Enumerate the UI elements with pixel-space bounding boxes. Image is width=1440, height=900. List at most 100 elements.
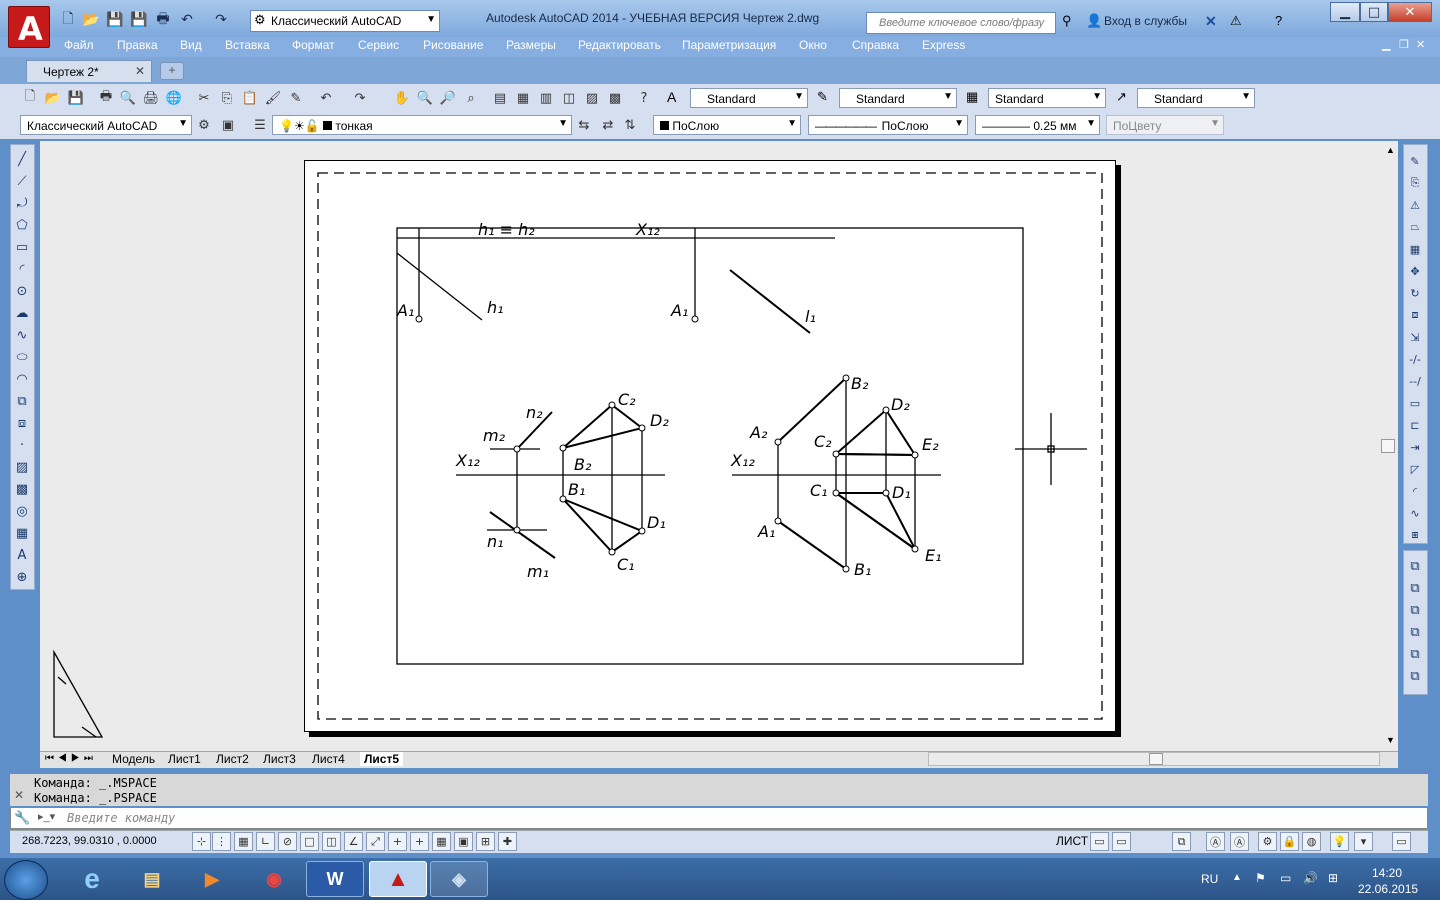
start-button[interactable] bbox=[4, 860, 48, 900]
mleader-style-select[interactable]: Standard ▼ bbox=[1137, 88, 1255, 108]
polyline-icon[interactable]: ⤾ bbox=[13, 194, 31, 212]
undo-icon[interactable]: ↶ bbox=[318, 90, 334, 106]
match-properties-icon[interactable]: 🖌 bbox=[265, 90, 282, 106]
layout-tab[interactable]: Лист2 bbox=[216, 752, 249, 766]
cut-icon[interactable]: ✂ bbox=[196, 90, 212, 106]
dim-style-select[interactable]: Standard ▼ bbox=[839, 88, 957, 108]
binoculars-icon[interactable]: ⚲ bbox=[1062, 13, 1072, 29]
mirror-icon[interactable]: ⚠ bbox=[1406, 196, 1424, 214]
gradient-icon[interactable]: ▩ bbox=[13, 480, 31, 498]
tray-expand-icon[interactable]: ▲ bbox=[1232, 872, 1242, 883]
move-icon[interactable]: ✥ bbox=[1406, 262, 1424, 280]
infer-constraints-icon[interactable]: ⊹ bbox=[192, 832, 211, 851]
doc-tab[interactable]: Чертеж 2* ✕ bbox=[26, 60, 152, 82]
break-point-icon[interactable]: ▭ bbox=[1406, 394, 1424, 412]
fullscreen-icon[interactable]: ▭ bbox=[1392, 832, 1411, 851]
save-icon[interactable]: 💾 bbox=[106, 11, 124, 29]
properties-icon[interactable]: ▤ bbox=[492, 90, 508, 106]
chamfer-icon[interactable]: ◸ bbox=[1406, 460, 1424, 478]
ellipse-arc-icon[interactable]: ◠ bbox=[13, 370, 31, 388]
clean-screen-icon[interactable]: ▾ bbox=[1354, 832, 1373, 851]
send-under-icon[interactable]: ⧉ bbox=[1406, 623, 1424, 641]
construction-line-icon[interactable]: ⟋ bbox=[13, 172, 31, 190]
lock-icon[interactable]: 🔒 bbox=[1280, 832, 1299, 851]
polygon-icon[interactable]: ⬠ bbox=[13, 216, 31, 234]
print-icon[interactable]: 🖶 bbox=[154, 11, 172, 29]
color-select[interactable]: ПоСлою ▼ bbox=[653, 115, 801, 135]
layer-state-icon[interactable]: ⇅ bbox=[622, 117, 638, 133]
annotation-monitor-icon[interactable]: ✚ bbox=[498, 832, 517, 851]
plot-icon[interactable]: 🖨 bbox=[143, 90, 160, 106]
ie-icon[interactable]: e bbox=[63, 861, 121, 897]
workspace-select[interactable]: ⚙ Классический AutoCAD ▼ bbox=[250, 10, 440, 32]
redo-icon[interactable]: ↷ bbox=[352, 90, 368, 106]
hatch-back-icon[interactable]: ⧉ bbox=[1406, 667, 1424, 685]
scroll-up-icon[interactable]: ▲ bbox=[1386, 145, 1395, 155]
copy-object-icon[interactable]: ⎘ bbox=[1406, 174, 1424, 192]
scale-icon[interactable]: ⧈ bbox=[1406, 306, 1424, 324]
tool-palettes-icon[interactable]: ▥ bbox=[538, 90, 554, 106]
media-player-icon[interactable]: ▶ bbox=[183, 861, 241, 897]
extend-icon[interactable]: --/ bbox=[1406, 372, 1424, 390]
table-style-select[interactable]: Standard ▼ bbox=[988, 88, 1106, 108]
rectangle-icon[interactable]: ▭ bbox=[13, 238, 31, 256]
coordinates-readout[interactable]: 268.7223, 99.0310 , 0.0000 bbox=[22, 835, 157, 847]
dynamic-ucs-icon[interactable]: ⤢ bbox=[366, 832, 385, 851]
doc-close-icon[interactable]: ✕ bbox=[1416, 38, 1425, 51]
app-task-icon[interactable]: ◈ bbox=[430, 861, 488, 897]
network-icon[interactable]: ▭ bbox=[1280, 871, 1291, 885]
mleader-style-icon[interactable]: ↗ bbox=[1116, 89, 1127, 105]
make-block-icon[interactable]: ⧈ bbox=[13, 414, 31, 432]
close-icon[interactable]: ✕ bbox=[14, 788, 24, 802]
new-file-icon[interactable]: 🗋 bbox=[59, 11, 77, 29]
copy-icon[interactable]: ⎘ bbox=[219, 90, 235, 106]
print-preview-icon[interactable]: 🔍 bbox=[120, 90, 136, 106]
menu-item[interactable]: Редактировать bbox=[578, 38, 661, 52]
lineweight-select[interactable]: ———— 0.25 мм ▼ bbox=[975, 115, 1100, 135]
help-icon[interactable]: ? bbox=[636, 90, 652, 106]
isolate-objects-icon[interactable]: 💡 bbox=[1330, 832, 1349, 851]
explode-icon[interactable]: ⧆ bbox=[1406, 526, 1424, 544]
layout-tab[interactable]: Лист4 bbox=[312, 752, 345, 766]
zoom-realtime-icon[interactable]: 🔍 bbox=[417, 90, 433, 106]
join-icon[interactable]: ⇥ bbox=[1406, 438, 1424, 456]
lineweight-icon[interactable]: + bbox=[410, 832, 429, 851]
erase-icon[interactable]: ✎ bbox=[1406, 152, 1424, 170]
open-file-icon[interactable]: 📂 bbox=[82, 11, 100, 29]
make-current-layer-icon[interactable]: ⇆ bbox=[576, 117, 592, 133]
redo-icon[interactable]: ↷ bbox=[212, 11, 230, 29]
point-icon[interactable]: · bbox=[13, 436, 31, 454]
menu-item[interactable]: Сервис bbox=[358, 38, 399, 52]
ellipse-icon[interactable]: ⬭ bbox=[13, 348, 31, 366]
menu-item[interactable]: Express bbox=[922, 38, 965, 52]
close-button[interactable]: ✕ bbox=[1388, 2, 1432, 22]
spline-icon[interactable]: ∿ bbox=[13, 326, 31, 344]
chrome-icon[interactable]: ◉ bbox=[245, 861, 303, 897]
lock-ui-icon[interactable]: ▣ bbox=[220, 117, 236, 133]
table-style-icon[interactable]: ▦ bbox=[966, 89, 978, 105]
zoom-previous-icon[interactable]: ⌕ bbox=[463, 90, 479, 106]
new-tab-button[interactable]: + bbox=[160, 62, 184, 80]
text-front-icon[interactable]: ⧉ bbox=[1406, 645, 1424, 663]
trim-icon[interactable]: -/- bbox=[1406, 350, 1424, 368]
paper-space-toggle[interactable]: ЛИСТ bbox=[1056, 834, 1088, 848]
quick-view-drawings-icon[interactable]: ▭ bbox=[1112, 832, 1131, 851]
blend-icon[interactable]: ∿ bbox=[1406, 504, 1424, 522]
pan-icon[interactable]: ✋ bbox=[394, 90, 410, 106]
text-style-icon[interactable]: A bbox=[667, 89, 676, 105]
search-input[interactable]: Введите ключевое слово/фразу bbox=[866, 12, 1056, 34]
selection-cycling-icon[interactable]: ⊞ bbox=[476, 832, 495, 851]
hardware-accel-icon[interactable]: ◍ bbox=[1302, 832, 1321, 851]
ortho-mode-icon[interactable]: ∟ bbox=[256, 832, 275, 851]
layer-select[interactable]: 💡☀🔓 тонкая ▼ bbox=[272, 115, 572, 135]
autocad-task-icon[interactable]: ▲ bbox=[369, 861, 427, 897]
quick-view-layouts-icon[interactable]: ▭ bbox=[1090, 832, 1109, 851]
layout-tab[interactable]: Лист5 bbox=[360, 752, 404, 766]
publish-icon[interactable]: 🌐 bbox=[166, 90, 182, 106]
scroll-thumb[interactable] bbox=[1149, 753, 1163, 765]
layout-tab[interactable]: Лист1 bbox=[168, 752, 201, 766]
stretch-icon[interactable]: ⇲ bbox=[1406, 328, 1424, 346]
snap-mode-icon[interactable]: ⋮ bbox=[212, 832, 231, 851]
design-center-icon[interactable]: ▦ bbox=[515, 90, 531, 106]
grid-display-icon[interactable]: ▦ bbox=[234, 832, 253, 851]
